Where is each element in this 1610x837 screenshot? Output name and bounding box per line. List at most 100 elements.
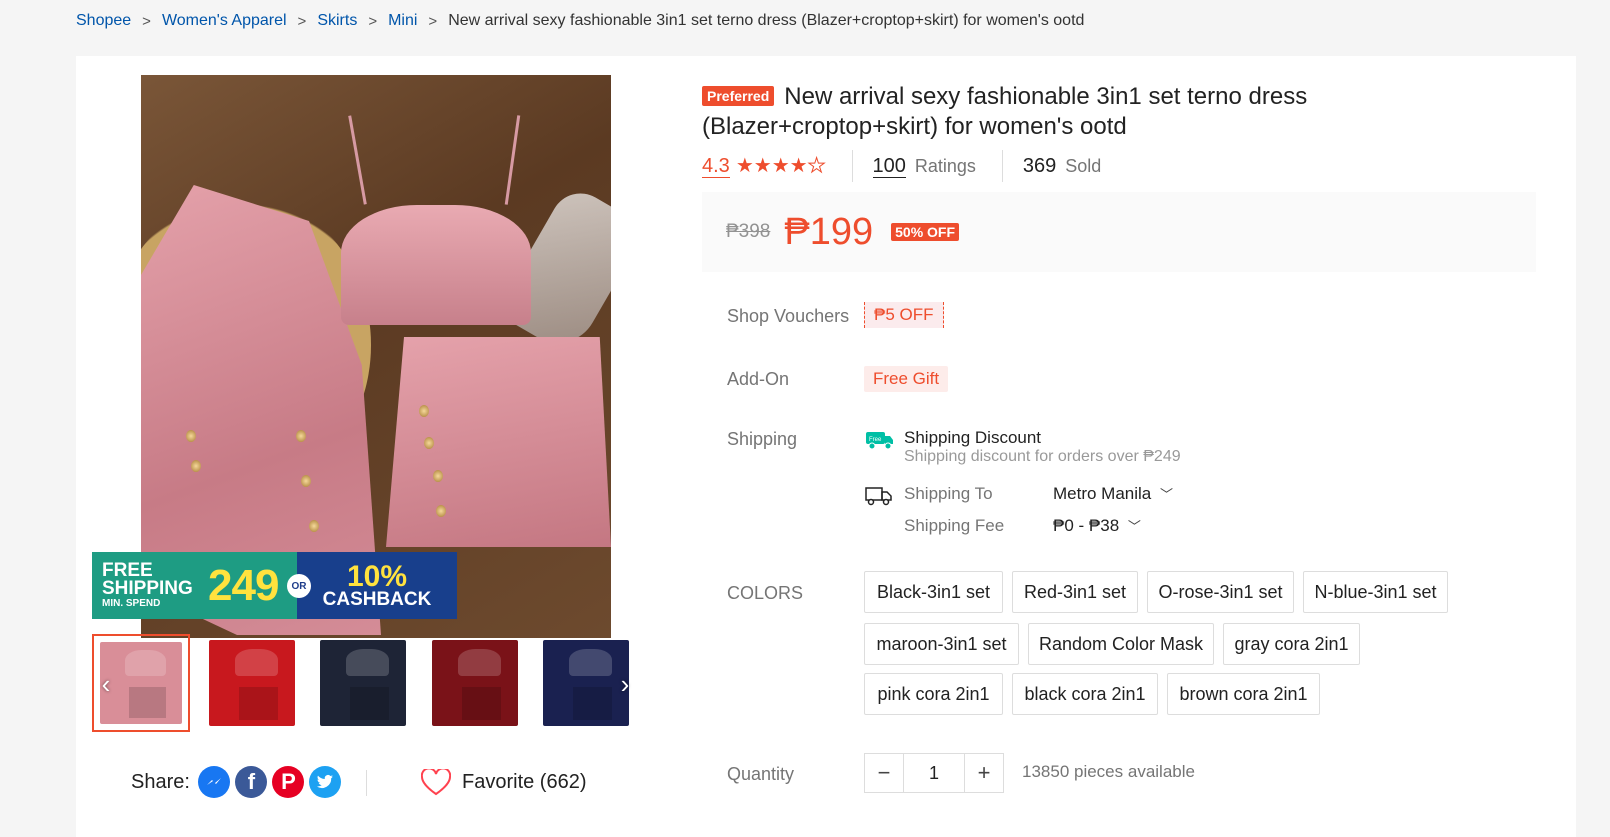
breadcrumb-separator: > [142,12,151,30]
sold-count: 369 [1022,155,1057,177]
promo-free-shipping: FREE SHIPPING [102,560,193,599]
thumbnail-image [209,640,295,726]
thumbnail-2[interactable] [203,634,301,732]
free-shipping-icon: Free [865,430,895,455]
pinterest-icon[interactable]: P [272,766,305,798]
image-crop-top [341,205,531,325]
image-button [191,460,201,472]
variant-option[interactable]: gray cora 2in1 [1223,623,1360,665]
image-button [296,430,306,442]
variant-option[interactable]: pink cora 2in1 [864,673,1003,715]
discount-badge: 50% OFF [891,223,960,241]
image-button [436,505,446,517]
truck-icon [865,485,893,512]
current-price: ₱199 [784,210,874,253]
variant-option[interactable]: brown cora 2in1 [1167,673,1320,715]
thumbnail-strip: ‹ › [92,634,642,734]
addon-label: Add-On [727,369,790,389]
breadcrumb-link-skirts[interactable]: Skirts [317,12,357,30]
variant-option[interactable]: Black-3in1 set [864,571,1003,613]
twitter-icon[interactable] [309,766,342,798]
ratings-count[interactable]: 100 [872,155,906,178]
messenger-icon[interactable] [198,766,231,798]
image-button [186,430,196,442]
original-price: ₱398 [726,221,771,242]
shipping-discount: Shipping Discount Shipping discount for … [904,428,1181,466]
variant-option[interactable]: N-blue-3in1 set [1303,571,1448,613]
quantity-stepper: − 1 + [864,753,1004,793]
promo-or-badge: OR [287,574,311,598]
promo-cashback-label: CASHBACK [322,588,432,610]
favorite-label: Favorite (662) [462,770,587,793]
variant-option[interactable]: maroon-3in1 set [864,623,1019,665]
voucher-tag[interactable]: ₱5 OFF [864,302,944,328]
breadcrumb-separator: > [297,12,307,30]
shipping-fee-value: ₱0 - ₱38 [1053,516,1120,535]
thumbnail-image [432,640,518,726]
preferred-badge: Preferred [702,86,775,106]
price-box: ₱398 ₱199 50% OFF [702,192,1536,272]
colors-label: COLORS [727,583,804,603]
cashback-promo: 10% CASHBACK [297,552,457,619]
rating-stars: ★ ★ ★ ★ ★ [735,155,826,177]
chevron-left-icon[interactable]: ‹ [94,670,118,698]
divider [366,770,367,796]
breadcrumb-link-shopee[interactable]: Shopee [76,12,131,30]
breadcrumb-link-mini[interactable]: Mini [388,12,417,30]
divider [851,150,853,182]
facebook-icon[interactable]: f [235,766,268,798]
image-strap [348,115,367,205]
share-row: Share: f P [131,762,344,802]
breadcrumb-separator: > [428,12,438,30]
promo-amount: 249 [208,560,279,610]
shipping-to-selector[interactable]: Metro Manila ﹀ [1053,484,1173,504]
product-title-block: Preferred New arrival sexy fashionable 3i… [702,82,1362,142]
variant-option[interactable]: Random Color Mask [1028,623,1214,665]
promo-banner: FREE SHIPPING MIN. SPEND 249 OR 10% CASH… [92,552,457,619]
heart-icon [421,768,451,795]
shipping-label: Shipping [727,429,798,449]
promo-min-spend: MIN. SPEND [102,598,161,609]
quantity-increase-button[interactable]: + [965,754,1003,792]
breadcrumb-separator: > [368,12,378,30]
quantity-label: Quantity [727,764,795,784]
star-filled-icon: ★ [771,155,790,177]
variant-option[interactable]: black cora 2in1 [1012,673,1158,715]
image-button [309,520,319,532]
image-button [419,405,429,417]
shipping-discount-desc: Shipping discount for orders over ₱249 [904,448,1181,465]
star-filled-icon: ★ [753,155,772,177]
shipping-discount-title: Shipping Discount [904,428,1042,447]
chevron-down-icon: ﹀ [1127,519,1141,534]
breadcrumb-current: New arrival sexy fashionable 3in1 set te… [448,12,1085,29]
favorite-button[interactable]: Favorite (662) [421,762,587,802]
product-stats: 4.3 ★ ★ ★ ★ ★ 100 Ratings 369 Sold [702,148,1101,184]
image-button [433,470,443,482]
quantity-decrease-button[interactable]: − [865,754,903,792]
breadcrumb: Shopee > Women's Apparel > Skirts > Mini… [76,10,1084,32]
variant-option[interactable]: O-rose-3in1 set [1147,571,1294,613]
shipping-fee-label: Shipping Fee [904,516,1005,535]
thumbnail-image [320,640,406,726]
image-skirt [386,337,611,547]
shipping-fee-selector[interactable]: ₱0 - ₱38 ﹀ [1053,516,1141,536]
free-gift-tag[interactable]: Free Gift [864,366,949,392]
ratings-label: Ratings [914,155,976,176]
chevron-down-icon: ﹀ [1160,487,1174,502]
sold-label: Sold [1065,155,1102,176]
breadcrumb-link-womens-apparel[interactable]: Women's Apparel [162,12,287,30]
promo-cashback-percent: 10% [346,559,408,593]
quantity-input[interactable]: 1 [903,754,965,792]
share-label: Share: [131,770,190,793]
image-strap [504,115,521,205]
variant-option[interactable]: Red-3in1 set [1012,571,1138,613]
rating-value[interactable]: 4.3 [702,155,730,178]
chevron-right-icon[interactable]: › [613,670,637,698]
star-filled-icon: ★ [735,155,754,177]
product-card: FREE SHIPPING MIN. SPEND 249 OR 10% CASH… [76,56,1576,837]
free-shipping-promo: FREE SHIPPING MIN. SPEND 249 OR [92,552,311,619]
thumbnail-4[interactable] [426,634,524,732]
shipping-to-label: Shipping To [904,484,993,503]
thumbnail-3[interactable] [314,634,412,732]
star-empty-icon: ★ [807,155,826,177]
